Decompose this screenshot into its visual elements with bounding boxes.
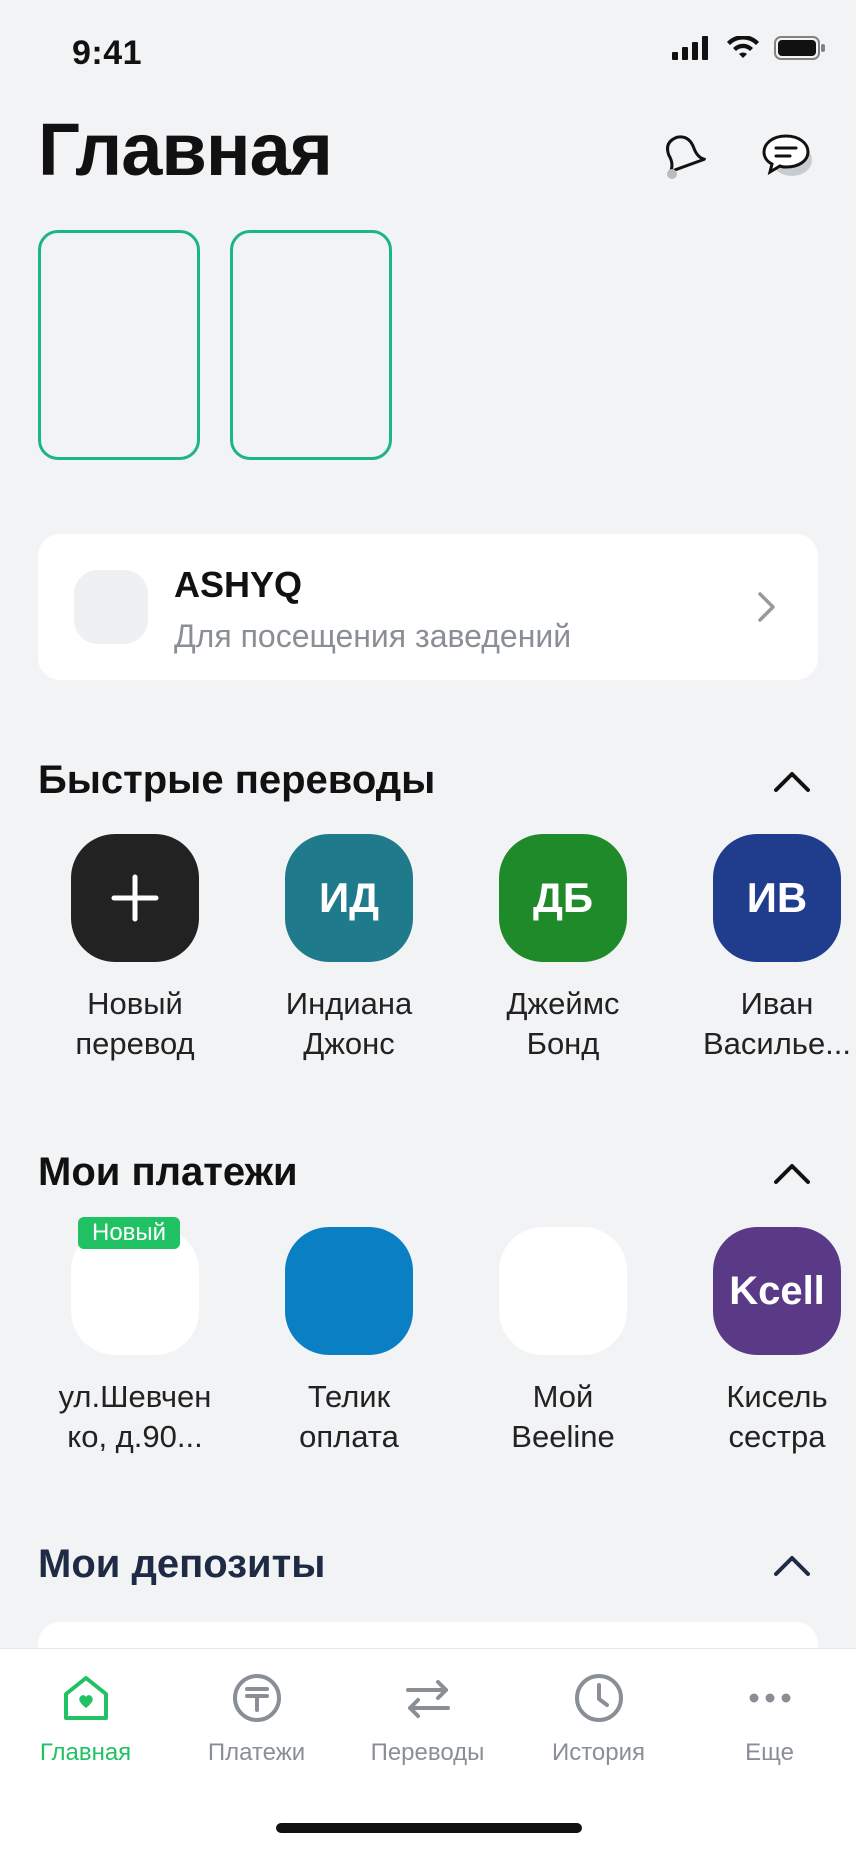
tile-label: Джеймс Бонд — [506, 986, 620, 1061]
status-time: 9:41 — [72, 34, 143, 72]
tile-label: Иван Василье... — [702, 986, 852, 1061]
contact-avatar: ИД — [285, 834, 413, 962]
home-indicator — [276, 1823, 582, 1833]
chevron-up-icon — [774, 1164, 810, 1184]
payment-tile[interactable]: Телик оплата — [242, 1227, 456, 1457]
chat-button[interactable] — [754, 124, 818, 188]
tab-label: Платежи — [207, 1739, 306, 1766]
tab-home[interactable]: Главная — [0, 1663, 171, 1767]
battery-icon — [774, 36, 825, 60]
tab-label: История — [551, 1739, 646, 1766]
transfer-tile-new[interactable]: Новый перевод — [28, 834, 242, 1064]
tenge-icon — [232, 1674, 281, 1722]
chevron-right-icon — [758, 592, 775, 622]
payments-title: Мои платежи — [38, 1150, 298, 1194]
home-icon — [63, 1676, 108, 1720]
tab-label: Главная — [39, 1739, 132, 1766]
contact-avatar: ДБ — [499, 834, 627, 962]
notifications-button[interactable] — [650, 124, 714, 188]
status-icons — [672, 36, 826, 60]
signal-icon — [672, 36, 708, 60]
transfer-tile-contact[interactable]: ИД Индиана Джонс — [242, 834, 456, 1064]
tile-label: Мой Beeline — [511, 1379, 615, 1454]
payment-tile[interactable]: Kcell Кисель сестра — [670, 1227, 856, 1457]
payment-logo — [285, 1227, 413, 1355]
tab-payments[interactable]: Платежи — [171, 1663, 342, 1767]
tab-transfers[interactable]: Переводы — [342, 1663, 513, 1767]
kcell-logo: Kcell — [713, 1227, 841, 1355]
clock-icon — [574, 1674, 623, 1722]
payment-logo — [499, 1227, 627, 1355]
ashyq-subtitle: Для посещения заведений — [174, 618, 572, 654]
tile-label: Телик оплата — [299, 1379, 399, 1454]
header: Главная — [38, 110, 818, 190]
tile-label: Новый перевод — [75, 986, 195, 1061]
transfer-tile-contact[interactable]: ДБ Джеймс Бонд — [456, 834, 670, 1064]
plus-icon — [71, 834, 199, 962]
chevron-up-icon — [774, 772, 810, 792]
chevron-up-icon — [774, 1556, 810, 1576]
payment-tile[interactable]: Новый ул.Шевчен ко, д.90... — [28, 1217, 242, 1457]
new-badge: Новый — [78, 1217, 181, 1249]
tile-label: Индиана Джонс — [285, 986, 413, 1061]
deposits-collapse-button[interactable] — [770, 1544, 814, 1588]
contact-avatar: ИВ — [713, 834, 841, 962]
stories-row — [38, 230, 392, 460]
ashyq-card[interactable]: ASHYQ Для посещения заведений — [38, 534, 818, 680]
deposits-title: Мои депозиты — [38, 1542, 326, 1586]
wifi-icon — [727, 36, 759, 58]
tab-label: Еще — [745, 1739, 794, 1766]
tab-history[interactable]: История — [513, 1663, 684, 1767]
quick-transfers-collapse-button[interactable] — [770, 760, 814, 804]
transfer-tile-contact[interactable]: ИВ Иван Василье... — [670, 834, 856, 1064]
chat-icon — [762, 134, 812, 176]
payment-tile[interactable]: Мой Beeline — [456, 1227, 670, 1457]
payments-collapse-button[interactable] — [770, 1152, 814, 1196]
transfer-arrows-icon — [405, 1680, 450, 1718]
quick-transfers-row: Новый перевод ИД Индиана Джонс ДБ Джеймс… — [0, 834, 856, 1064]
tile-label: ул.Шевчен ко, д.90... — [58, 1379, 212, 1454]
ashyq-title: ASHYQ — [174, 564, 303, 605]
more-icon — [749, 1693, 790, 1703]
bell-icon — [666, 135, 706, 179]
tab-more[interactable]: Еще — [684, 1663, 855, 1767]
story-card[interactable] — [38, 230, 200, 460]
tile-label: Кисель сестра — [726, 1379, 828, 1454]
status-bar: 9:41 — [0, 0, 856, 100]
payments-row: Новый ул.Шевчен ко, д.90... Телик оплата… — [0, 1217, 856, 1457]
ashyq-logo — [74, 570, 148, 644]
tab-label: Переводы — [370, 1739, 485, 1766]
quick-transfers-title: Быстрые переводы — [38, 758, 436, 802]
story-card[interactable] — [230, 230, 392, 460]
